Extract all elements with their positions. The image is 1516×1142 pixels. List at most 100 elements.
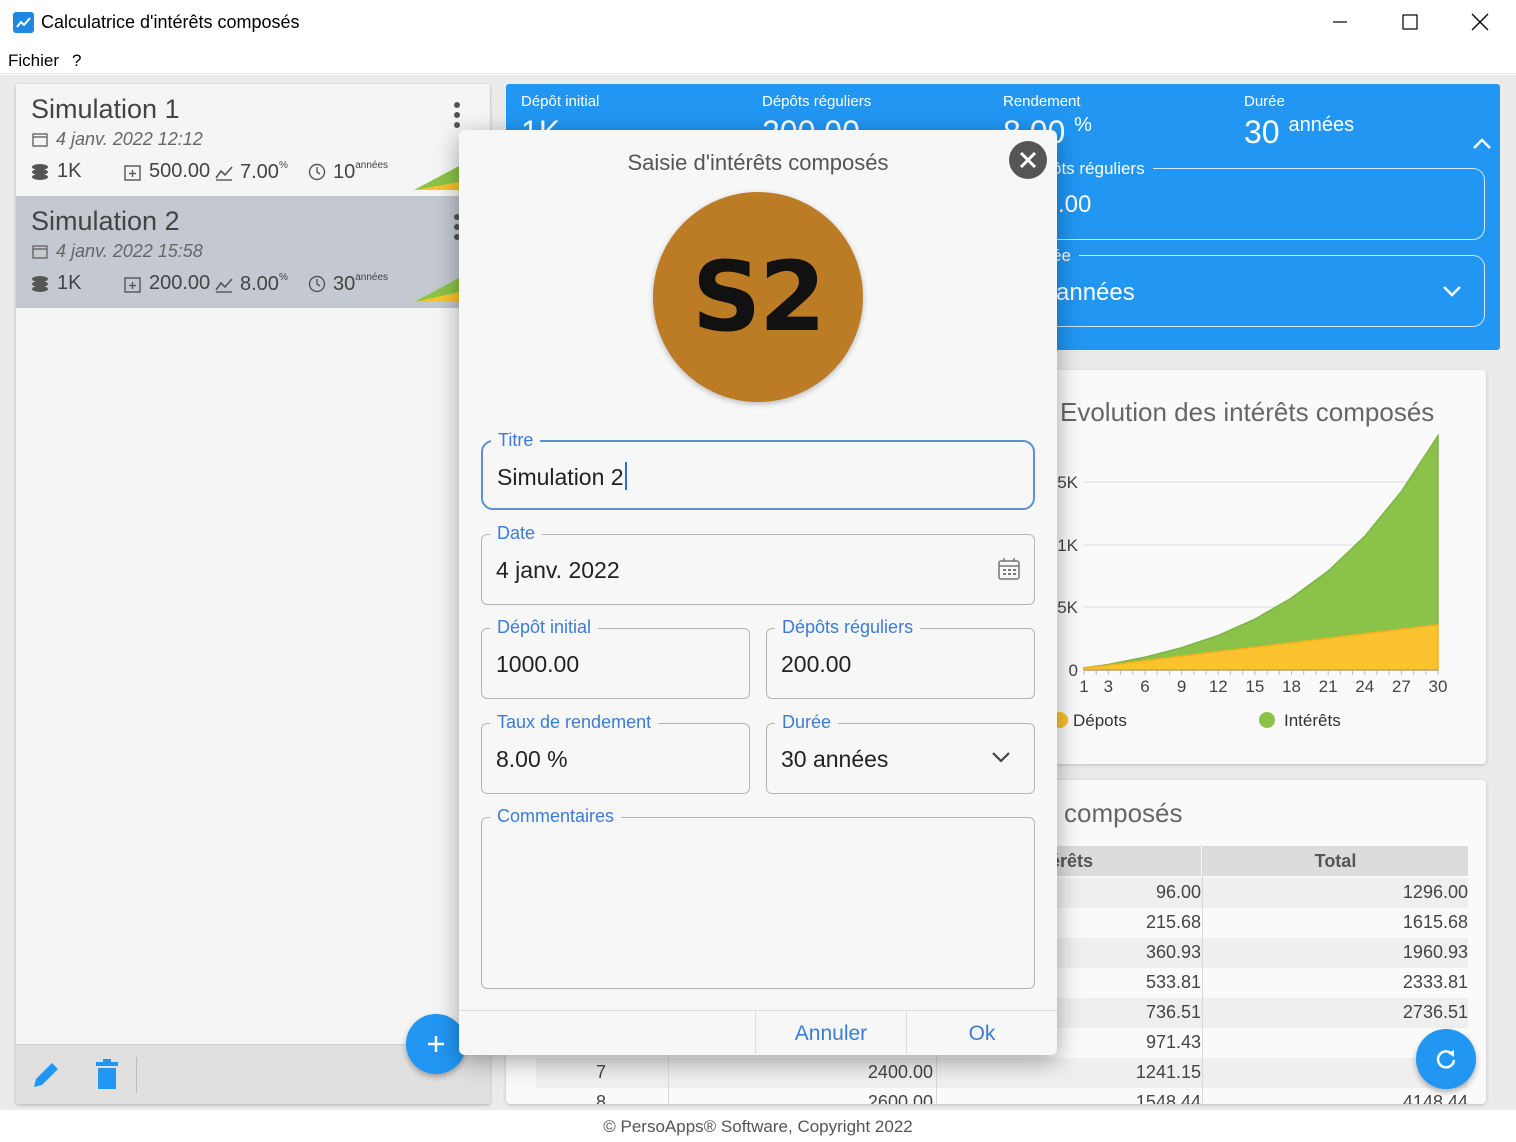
refresh-button[interactable] xyxy=(1416,1029,1476,1089)
table-header-total: Total xyxy=(1203,846,1468,876)
regular-deposit-value: 200.00 xyxy=(149,272,211,294)
mini-chart xyxy=(414,278,459,302)
calendar-icon xyxy=(32,133,48,147)
chevron-up-icon[interactable] xyxy=(1472,136,1492,150)
titre-field[interactable]: Titre Simulation 2 xyxy=(481,430,1035,510)
title-bar: Calculatrice d'intérêts composés xyxy=(0,0,1516,44)
simulation-title: Simulation 1 xyxy=(31,94,180,124)
x-tick-label: 18 xyxy=(1282,677,1301,696)
dialog-title: Saisie d'intérêts composés xyxy=(627,150,889,175)
y-tick-label: 5K xyxy=(1057,473,1078,492)
add-calendar-icon xyxy=(124,277,141,293)
commentaires-label: Commentaires xyxy=(490,806,622,827)
taux-label: Taux de rendement xyxy=(490,712,659,733)
simulation-title: Simulation 2 xyxy=(31,206,180,236)
simulation-avatar[interactable]: S2 xyxy=(653,192,863,402)
x-tick-label: 15 xyxy=(1245,677,1264,696)
calendar-icon xyxy=(32,245,48,259)
rate-value: 7.00 xyxy=(240,161,279,183)
regular-deposit-value: 500.00 xyxy=(149,160,211,182)
add-simulation-button[interactable] xyxy=(406,1014,466,1074)
simulation-item[interactable]: Simulation 2 4 janv. 2022 15:58 1K 200.0… xyxy=(16,196,490,308)
refresh-icon xyxy=(1436,1050,1456,1069)
summary-rate-unit: % xyxy=(1074,114,1092,136)
simulation-date: 4 janv. 2022 15:58 xyxy=(56,241,203,261)
trend-icon xyxy=(215,278,233,293)
chevron-down-icon[interactable] xyxy=(991,750,1011,764)
x-tick-label: 9 xyxy=(1177,677,1186,696)
duree-label: Durée xyxy=(775,712,839,733)
delete-icon[interactable] xyxy=(94,1059,120,1091)
depots-reguliers-field[interactable]: Dépôts réguliers 200.00 xyxy=(766,617,1035,699)
close-dialog-button[interactable] xyxy=(1009,141,1047,179)
table-cell: 2333.81 xyxy=(1402,972,1468,992)
summary-duration-value: 30 xyxy=(1244,114,1280,150)
duration-unit: années xyxy=(355,160,389,171)
simulation-list-panel: Simulation 1 4 janv. 2022 12:12 1K 500.0… xyxy=(16,84,490,1104)
summary-initial-label: Dépôt initial xyxy=(521,93,600,110)
clock-icon xyxy=(308,275,326,293)
legend-label-interets: Intérêts xyxy=(1284,711,1341,730)
duration-field-value: années xyxy=(1056,279,1135,306)
menu-help[interactable]: ? xyxy=(72,51,81,71)
table-cell: 1615.68 xyxy=(1402,912,1468,932)
regular-deposit-field-value: .00 xyxy=(1058,191,1092,218)
table-row: 72400.001241.1536 xyxy=(536,1058,1468,1088)
date-label: Date xyxy=(490,523,543,544)
rate-value: 8.00 xyxy=(240,273,279,295)
titre-label: Titre xyxy=(491,430,541,451)
depot-initial-field[interactable]: Dépôt initial 1000.00 xyxy=(481,617,750,699)
trend-icon xyxy=(215,166,233,181)
depot-initial-input[interactable]: 1000.00 xyxy=(496,651,579,678)
table-cell: 1296.00 xyxy=(1402,882,1468,902)
duration-unit: années xyxy=(355,272,389,283)
depots-reguliers-label: Dépôts réguliers xyxy=(775,617,921,638)
coins-icon xyxy=(32,276,48,292)
chart-card: Evolution des intérêts composés 0 5K 1K 5K 1… xyxy=(1050,370,1486,764)
regular-deposit-field-label: ôts réguliers xyxy=(1044,159,1153,179)
duree-field[interactable]: Durée 30 années xyxy=(766,712,1035,794)
mini-chart xyxy=(414,166,459,190)
x-tick-label: 30 xyxy=(1429,677,1448,696)
table-cell: 7 xyxy=(595,1062,606,1082)
coins-icon xyxy=(32,164,48,180)
depot-initial-label: Dépôt initial xyxy=(490,617,599,638)
initial-deposit-value: 1K xyxy=(57,272,82,294)
edit-icon[interactable] xyxy=(30,1059,62,1091)
commentaires-field[interactable]: Commentaires xyxy=(481,806,1035,989)
legend-marker-interets xyxy=(1259,712,1275,728)
taux-field[interactable]: Taux de rendement 8.00 % xyxy=(481,712,750,794)
maximize-button[interactable] xyxy=(1375,0,1445,44)
x-tick-label: 24 xyxy=(1355,677,1374,696)
simulation-item[interactable]: Simulation 1 4 janv. 2022 12:12 1K 500.0… xyxy=(16,84,490,196)
date-input[interactable]: 4 janv. 2022 xyxy=(496,557,620,584)
taux-input[interactable]: 8.00 % xyxy=(496,746,568,773)
table-cell: 2400.00 xyxy=(867,1062,933,1082)
x-tick-label: 12 xyxy=(1209,677,1228,696)
window-title: Calculatrice d'intérêts composés xyxy=(41,12,300,32)
depots-reguliers-input[interactable]: 200.00 xyxy=(781,651,851,678)
clock-icon xyxy=(308,163,326,181)
text-caret xyxy=(624,462,627,490)
add-calendar-icon xyxy=(124,165,141,181)
rate-unit: % xyxy=(278,160,288,171)
x-tick-label: 27 xyxy=(1392,677,1411,696)
cancel-button[interactable]: Annuler xyxy=(755,1011,906,1056)
ok-button[interactable]: Ok xyxy=(906,1011,1057,1056)
interest-chart: 0 5K 1K 5K 1 3 6 9 12 15 18 21 24 27 30 Dépots Intérêts xyxy=(1052,433,1448,730)
summary-rate-label: Rendement xyxy=(1003,93,1081,110)
minimize-button[interactable] xyxy=(1305,0,1375,44)
menu-fichier[interactable]: Fichier xyxy=(8,51,59,71)
duration-value: 30 xyxy=(333,273,356,295)
date-field[interactable]: Date 4 janv. 2022 xyxy=(481,523,1035,605)
calendar-icon[interactable] xyxy=(998,557,1020,581)
legend-label-depots: Dépots xyxy=(1073,711,1127,730)
chevron-down-icon[interactable] xyxy=(1442,284,1462,298)
y-tick-label: 0 xyxy=(1069,661,1078,680)
duree-select[interactable]: 30 années xyxy=(781,746,888,773)
titre-input[interactable]: Simulation 2 xyxy=(497,464,624,490)
x-tick-label: 1 xyxy=(1079,677,1088,696)
more-options-icon[interactable] xyxy=(454,102,462,132)
close-window-button[interactable] xyxy=(1445,0,1515,44)
table-cell: 4148.44 xyxy=(1402,1092,1468,1104)
